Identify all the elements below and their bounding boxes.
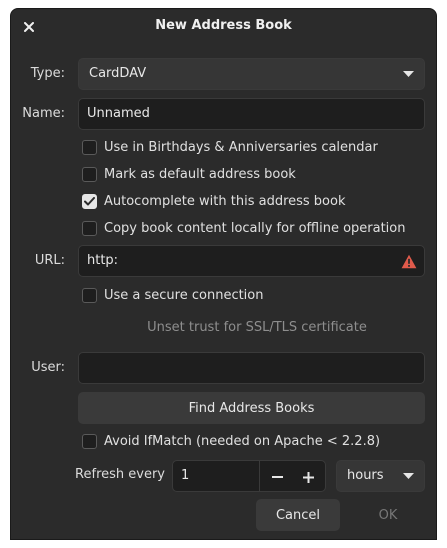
url-value: http: bbox=[87, 253, 119, 268]
checkbox[interactable] bbox=[82, 139, 97, 155]
checkbox[interactable] bbox=[82, 287, 97, 303]
option-birthdays-calendar[interactable]: Use in Birthdays & Anniversaries calenda… bbox=[82, 138, 378, 156]
option-label: Use in Birthdays & Anniversaries calenda… bbox=[104, 139, 378, 155]
plus-icon bbox=[302, 471, 314, 483]
refresh-label: Refresh every bbox=[75, 467, 165, 482]
option-offline-copy[interactable]: Copy book content locally for offline op… bbox=[82, 219, 406, 237]
url-label: URL: bbox=[34, 253, 65, 268]
option-label: Mark as default address book bbox=[104, 166, 296, 182]
type-dropdown[interactable]: CardDAV bbox=[78, 58, 425, 90]
checkbox[interactable] bbox=[82, 433, 97, 449]
ok-button[interactable]: OK bbox=[346, 499, 430, 531]
unset-ssl-trust-button[interactable]: Unset trust for SSL/TLS certificate bbox=[78, 320, 436, 335]
url-input[interactable]: http: bbox=[78, 245, 425, 277]
option-label: Copy book content locally for offline op… bbox=[104, 220, 406, 236]
type-value: CardDAV bbox=[89, 66, 147, 81]
cancel-button[interactable]: Cancel bbox=[256, 499, 340, 531]
title-bar: New Address Book bbox=[11, 9, 436, 45]
checkmark-icon bbox=[84, 196, 95, 205]
option-autocomplete[interactable]: Autocomplete with this address book bbox=[82, 192, 346, 210]
dialog-title: New Address Book bbox=[155, 18, 292, 33]
find-address-books-button[interactable]: Find Address Books bbox=[78, 392, 425, 424]
new-address-book-dialog: New Address Book Type: CardDAV Name: Unn… bbox=[10, 8, 437, 540]
option-label: Avoid IfMatch (needed on Apache < 2.2.8) bbox=[104, 433, 381, 449]
checkbox[interactable] bbox=[82, 166, 97, 182]
checkbox[interactable] bbox=[82, 220, 97, 236]
refresh-unit-dropdown[interactable]: hours bbox=[336, 460, 425, 492]
name-label: Name: bbox=[22, 106, 65, 121]
user-input[interactable] bbox=[78, 352, 425, 384]
option-default-address-book[interactable]: Mark as default address book bbox=[82, 165, 296, 183]
type-label: Type: bbox=[30, 66, 65, 81]
option-avoid-ifmatch[interactable]: Avoid IfMatch (needed on Apache < 2.2.8) bbox=[82, 432, 380, 450]
warning-icon bbox=[401, 254, 417, 269]
chevron-down-icon bbox=[403, 473, 414, 479]
name-value: Unnamed bbox=[87, 106, 150, 121]
name-input[interactable]: Unnamed bbox=[78, 98, 425, 130]
option-secure-connection[interactable]: Use a secure connection bbox=[82, 286, 264, 304]
user-label: User: bbox=[31, 360, 65, 375]
refresh-value: 1 bbox=[181, 468, 190, 483]
increment-button[interactable] bbox=[291, 461, 325, 493]
refresh-unit-value: hours bbox=[347, 468, 384, 483]
checkbox[interactable] bbox=[82, 193, 97, 209]
decrement-button[interactable] bbox=[260, 461, 294, 493]
refresh-spinbutton[interactable]: 1 bbox=[172, 460, 326, 492]
chevron-down-icon bbox=[403, 71, 414, 77]
minus-icon bbox=[271, 476, 283, 478]
option-label: Autocomplete with this address book bbox=[104, 193, 346, 209]
option-label: Use a secure connection bbox=[104, 287, 264, 303]
